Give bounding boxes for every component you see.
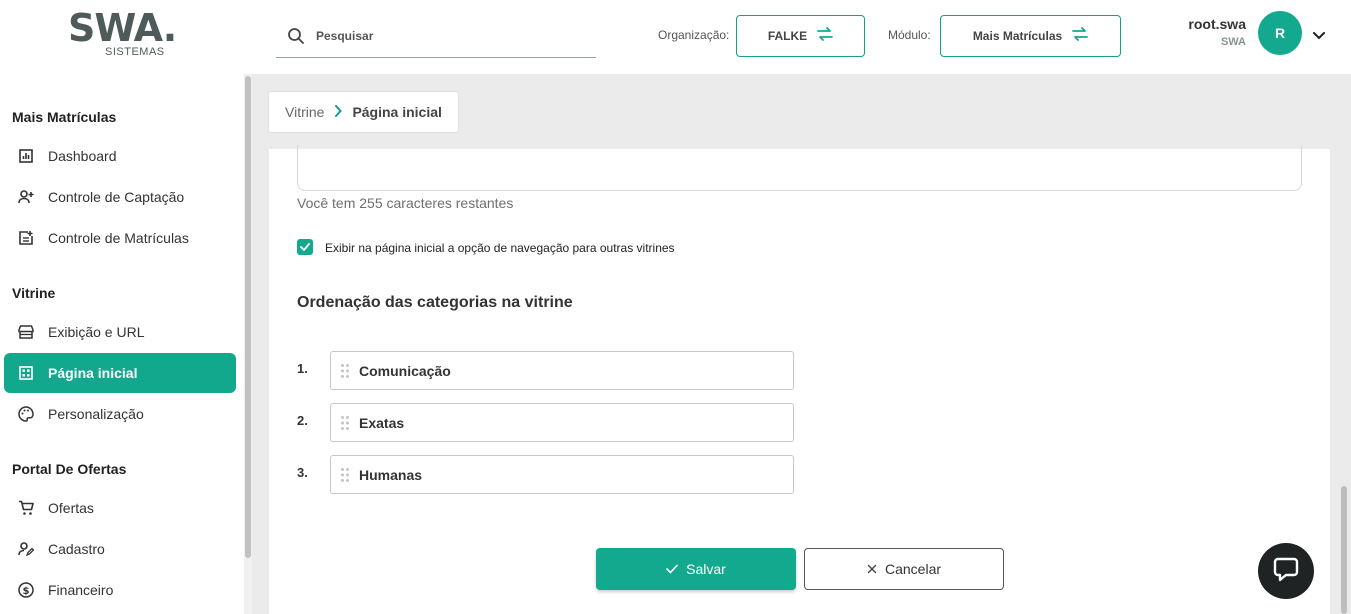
cart-icon: [18, 500, 34, 516]
chat-bubble-icon: [1272, 555, 1300, 588]
sidebar-item-financeiro[interactable]: $ Financeiro: [4, 570, 236, 610]
sidebar: Mais Matrículas Dashboard Controle de Ca…: [0, 74, 252, 614]
logo-text: SWA.: [68, 6, 177, 50]
category-number: 1.: [297, 361, 308, 376]
drag-handle-icon[interactable]: [339, 362, 351, 380]
sidebar-item-label: Dashboard: [48, 148, 117, 164]
breadcrumb-item-current: Página inicial: [352, 104, 442, 120]
dollar-circle-icon: $: [18, 582, 34, 598]
sidebar-section-title: Portal De Ofertas: [12, 461, 127, 477]
breadcrumb: Vitrine Página inicial: [268, 91, 459, 133]
search-bar[interactable]: Pesquisar: [276, 14, 596, 58]
chevron-down-icon[interactable]: [1313, 27, 1325, 45]
user-organization: SWA: [1220, 36, 1246, 48]
sidebar-item-label: Personalização: [48, 406, 144, 422]
category-name: Exatas: [359, 414, 405, 431]
category-number: 3.: [297, 465, 308, 480]
sidebar-item-ofertas[interactable]: Ofertas: [4, 488, 236, 528]
person-add-icon: [18, 189, 34, 205]
category-name: Comunicação: [359, 362, 451, 379]
svg-text:$: $: [23, 586, 30, 597]
organization-value: FALKE: [767, 29, 808, 43]
search-icon: [276, 16, 316, 56]
sidebar-item-exibicao-url[interactable]: Exibição e URL: [4, 312, 236, 352]
cancel-button[interactable]: Cancelar: [804, 548, 1004, 590]
save-button[interactable]: Salvar: [596, 548, 796, 590]
sidebar-item-controle-captacao[interactable]: Controle de Captação: [4, 177, 236, 217]
module-label: Módulo:: [888, 28, 931, 42]
organization-switch-button[interactable]: FALKE: [736, 15, 865, 57]
category-number: 2.: [297, 413, 308, 428]
sidebar-item-dashboard[interactable]: Dashboard: [4, 136, 236, 176]
sidebar-item-label: Exibição e URL: [48, 324, 145, 340]
chars-remaining-text: Você tem 255 caracteres restantes: [297, 195, 514, 211]
organization-label: Organização:: [658, 28, 730, 42]
module-value: Mais Matrículas: [972, 29, 1063, 43]
sidebar-scrollbar-thumb[interactable]: [245, 76, 251, 558]
main-content: Vitrine Página inicial Você tem 255 cara…: [252, 74, 1351, 614]
sidebar-item-controle-matriculas[interactable]: Controle de Matrículas: [4, 218, 236, 258]
category-item-comunicacao[interactable]: Comunicação: [330, 351, 794, 390]
swap-icon: [817, 27, 834, 45]
user-name: root.swa: [1188, 16, 1246, 32]
storefront-icon: [18, 324, 34, 340]
header: SWA. SISTEMAS Pesquisar Organização: FAL…: [0, 0, 1351, 74]
sidebar-item-label: Financeiro: [48, 582, 114, 598]
logo[interactable]: SWA. SISTEMAS: [68, 8, 180, 60]
close-icon: [867, 561, 877, 577]
sidebar-item-pagina-inicial[interactable]: Página inicial: [4, 353, 236, 393]
drag-handle-icon[interactable]: [339, 466, 351, 484]
description-textarea[interactable]: [297, 145, 1302, 191]
logo-subtitle: SISTEMAS: [105, 46, 165, 58]
drag-handle-icon[interactable]: [339, 414, 351, 432]
chart-icon: [18, 148, 34, 164]
sidebar-item-cadastro[interactable]: Cadastro: [4, 529, 236, 569]
avatar[interactable]: R: [1258, 11, 1302, 55]
palette-icon: [18, 406, 34, 422]
grid-page-icon: [18, 365, 34, 381]
sidebar-section-title: Vitrine: [12, 285, 56, 301]
sidebar-item-label: Controle de Captação: [48, 189, 185, 205]
category-name: Humanas: [359, 466, 423, 483]
search-input[interactable]: Pesquisar: [316, 29, 373, 43]
sidebar-item-label: Cadastro: [48, 541, 105, 557]
main-scrollbar-thumb[interactable]: [1341, 486, 1347, 614]
main-scrollbar[interactable]: [1337, 74, 1351, 614]
sidebar-item-label: Ofertas: [48, 500, 94, 516]
ordering-section-title: Ordenação das categorias na vitrine: [297, 294, 573, 311]
sidebar-item-label: Página inicial: [48, 365, 138, 381]
chat-button[interactable]: [1258, 543, 1314, 599]
chevron-right-icon: [334, 104, 343, 120]
check-icon: [666, 561, 678, 577]
swap-icon: [1072, 27, 1089, 45]
sidebar-scrollbar[interactable]: [244, 74, 252, 614]
cancel-button-label: Cancelar: [884, 561, 942, 577]
document-add-icon: [18, 230, 34, 246]
sidebar-item-label: Controle de Matrículas: [48, 230, 189, 246]
category-item-exatas[interactable]: Exatas: [330, 403, 794, 442]
person-edit-icon: [18, 541, 34, 557]
sidebar-item-personalizacao[interactable]: Personalização: [4, 394, 236, 434]
module-switch-button[interactable]: Mais Matrículas: [940, 15, 1121, 57]
navigation-checkbox-label[interactable]: Exibir na página inicial a opção de nave…: [325, 241, 675, 255]
sidebar-section-title: Mais Matrículas: [12, 109, 117, 125]
category-item-humanas[interactable]: Humanas: [330, 455, 794, 494]
breadcrumb-item-vitrine[interactable]: Vitrine: [285, 104, 324, 120]
form-card: Você tem 255 caracteres restantes Exibir…: [269, 145, 1330, 614]
save-button-label: Salvar: [686, 561, 726, 577]
navigation-checkbox[interactable]: [297, 239, 313, 255]
